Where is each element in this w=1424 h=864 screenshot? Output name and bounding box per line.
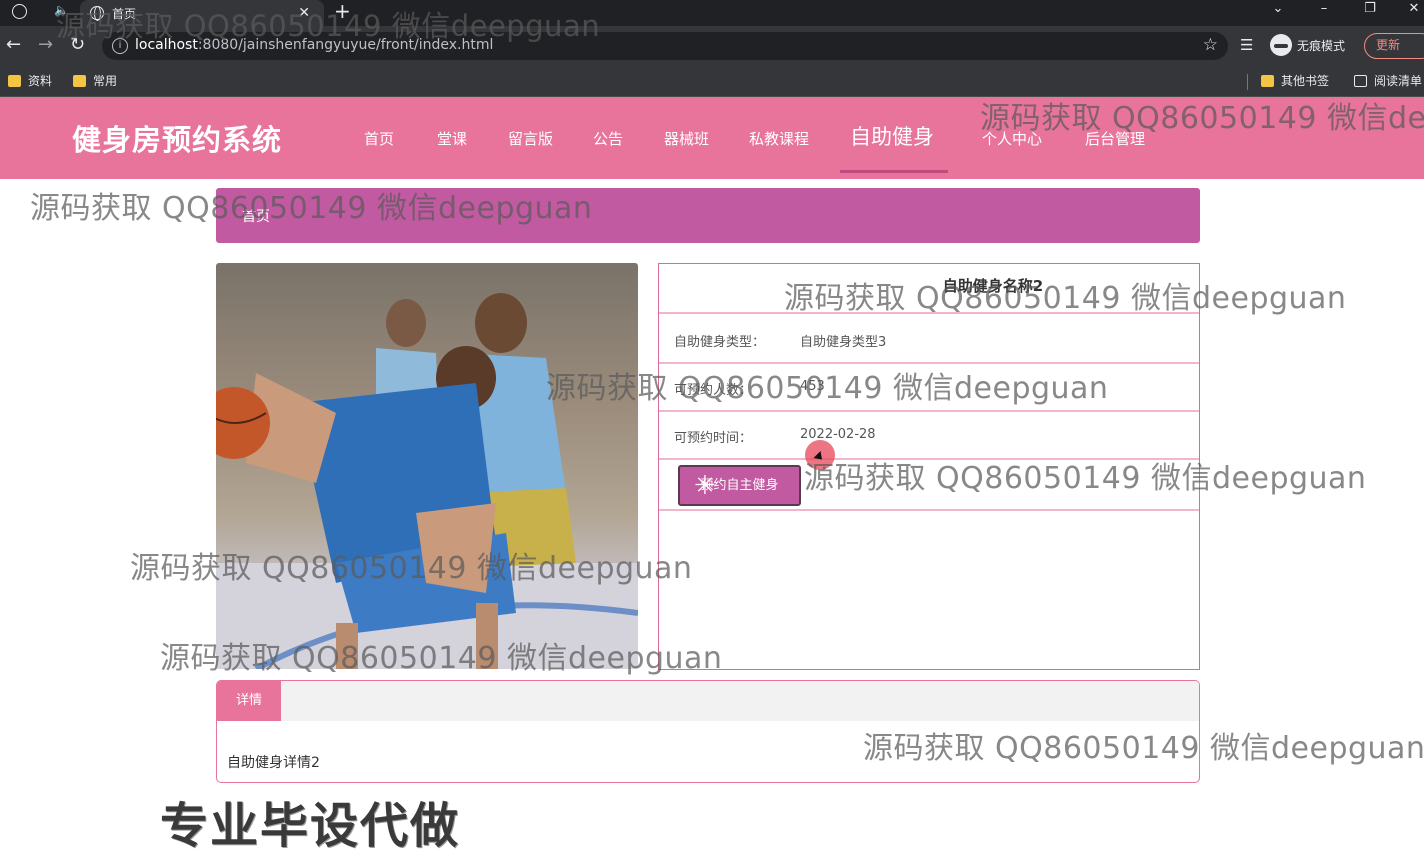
detail-row: 自助健身类型： 自助健身类型3 [659, 316, 1199, 364]
url-text[interactable]: localhost:8080/jainshenfangyuyue/front/i… [135, 37, 493, 53]
bookmark-folder[interactable]: 资料 [8, 72, 52, 89]
bookmarks-bar: 资料 常用 其他书签 阅读清单 [0, 66, 1424, 97]
field-label: 可预约人数： [674, 383, 753, 398]
detail-panel: 自助健身名称2 自助健身类型： 自助健身类型3 可预约人数： 453 可预约时间… [658, 263, 1200, 670]
field-value: 453 [800, 379, 825, 394]
back-icon[interactable]: ← [6, 34, 21, 56]
nav-active-indicator [840, 170, 948, 173]
promo-overlay-text: 专业毕设代做 [160, 798, 461, 854]
nav-private-course[interactable]: 私教课程 [749, 128, 809, 149]
tab-title: 首页 [112, 6, 137, 21]
detail-title: 自助健身名称2 [659, 264, 1199, 314]
site-header: 健身房预约系统 首页 堂课 留言版 公告 器械班 私教课程 自助健身 个人中心 … [0, 97, 1424, 179]
minimize-icon[interactable]: – [1304, 0, 1344, 22]
nav-message-board[interactable]: 留言版 [508, 128, 553, 149]
nav-class[interactable]: 堂课 [437, 128, 467, 149]
loading-spinner-icon: ✳ [694, 471, 716, 501]
bookmark-folder[interactable]: 常用 [73, 72, 117, 89]
browser-tab[interactable]: 首页 ✕ [80, 0, 324, 26]
nav-admin[interactable]: 后台管理 [1085, 128, 1145, 149]
address-bar[interactable]: i localhost:8080/jainshenfangyuyue/front… [102, 32, 1228, 60]
field-label: 可预约时间： [674, 431, 753, 446]
close-window-icon[interactable]: ✕ [1394, 0, 1424, 22]
nav-self-fitness[interactable]: 自助健身 [850, 121, 934, 151]
nav-personal-center[interactable]: 个人中心 [982, 128, 1042, 149]
fitness-photo [216, 263, 638, 669]
description-panel: 详情 自助健身详情2 [216, 680, 1200, 783]
detail-row: 可预约人数： 453 [659, 364, 1199, 412]
restore-icon[interactable]: ❐ [1350, 0, 1390, 22]
reading-list-icon [1354, 74, 1367, 87]
detail-row: 可预约时间： 2022-02-28 [659, 412, 1199, 460]
browser-toolbar: ← → ↻ i localhost:8080/jainshenfangyuyue… [0, 26, 1424, 66]
description-tabs: 详情 [217, 681, 1199, 721]
browser-tab-strip: 🔈 首页 ✕ + ⌄ – ❐ ✕ [0, 0, 1424, 26]
basketball-players-illustration [216, 293, 638, 669]
screen: 🔈 首页 ✕ + ⌄ – ❐ ✕ ← → ↻ i localhost:8080/… [0, 0, 1424, 864]
breadcrumb: 首页 [216, 188, 1200, 243]
nav-home[interactable]: 首页 [364, 128, 394, 149]
description-text: 自助健身详情2 [227, 755, 320, 771]
book-self-fitness-button[interactable]: ✳ 预约自主健身 [678, 465, 801, 506]
update-button[interactable]: 更新 [1364, 33, 1424, 59]
other-bookmarks[interactable]: 其他书签 [1261, 72, 1329, 89]
divider [1247, 74, 1248, 90]
audio-icon[interactable]: 🔈 [54, 3, 69, 17]
field-value: 自助健身类型3 [800, 335, 887, 350]
field-value: 2022-02-28 [800, 427, 876, 442]
reading-queue-icon[interactable]: ☰ [1240, 36, 1253, 54]
breadcrumb-home[interactable]: 首页 [242, 206, 270, 226]
chevron-down-icon[interactable]: ⌄ [1258, 0, 1298, 22]
close-icon[interactable]: ✕ [298, 5, 310, 21]
info-icon[interactable]: i [112, 38, 128, 54]
incognito-indicator[interactable]: 无痕模式 [1270, 34, 1345, 56]
reading-list[interactable]: 阅读清单 [1354, 72, 1422, 89]
forward-icon[interactable]: → [38, 34, 53, 56]
nav-notice[interactable]: 公告 [593, 128, 623, 149]
star-icon[interactable]: ☆ [1203, 35, 1218, 55]
action-row: ✳ 预约自主健身 [659, 458, 1199, 511]
new-tab-icon[interactable]: + [334, 0, 351, 22]
folder-icon [8, 74, 21, 87]
incognito-icon [1270, 34, 1292, 56]
folder-icon [1261, 74, 1274, 87]
globe-icon[interactable] [12, 4, 27, 19]
reload-icon[interactable]: ↻ [70, 34, 85, 56]
tab-details[interactable]: 详情 [217, 681, 281, 721]
site-logo[interactable]: 健身房预约系统 [72, 117, 282, 159]
field-label: 自助健身类型： [674, 335, 766, 350]
nav-equipment-class[interactable]: 器械班 [664, 128, 709, 149]
folder-icon [73, 74, 86, 87]
globe-icon [90, 6, 104, 21]
mouse-cursor-icon [805, 440, 835, 470]
